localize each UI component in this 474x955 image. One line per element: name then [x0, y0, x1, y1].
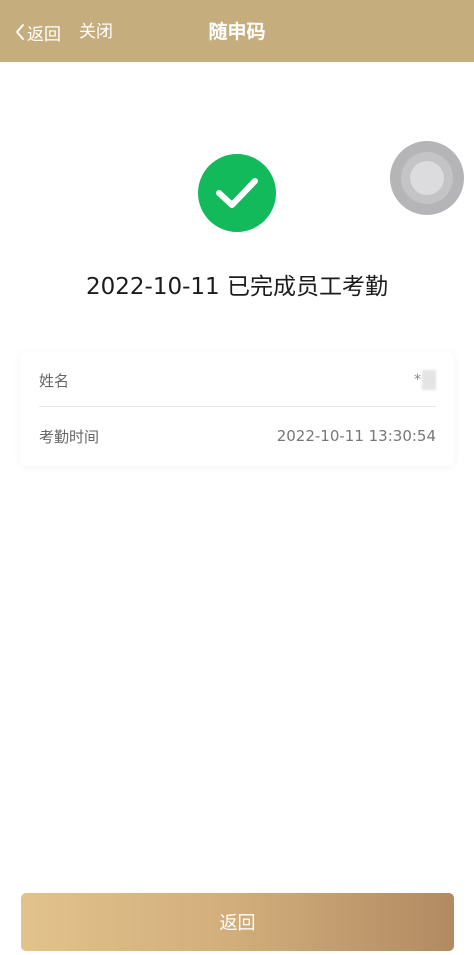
info-row-time: 考勤时间 2022-10-11 13:30:54 [39, 410, 436, 462]
info-row-name: 姓名 * [39, 354, 436, 407]
navbar: 返回 关闭 随申码 [0, 0, 474, 62]
name-value: * [414, 370, 436, 390]
assistive-touch-button[interactable] [390, 141, 464, 215]
name-label: 姓名 [39, 371, 70, 390]
back-button[interactable]: 返回 [14, 18, 61, 46]
chevron-left-icon [16, 24, 24, 40]
result-message: 2022-10-11 已完成员工考勤 [86, 274, 388, 300]
assistive-touch-core [410, 161, 444, 195]
time-value: 2022-10-11 13:30:54 [276, 427, 436, 445]
masked-name-blur [422, 370, 436, 390]
close-button[interactable]: 关闭 [79, 18, 113, 46]
back-label: 返回 [27, 24, 61, 45]
masked-name-text: * [414, 372, 421, 388]
time-label: 考勤时间 [39, 427, 100, 446]
page-title: 随申码 [208, 21, 266, 43]
info-card: 姓名 * 考勤时间 2022-10-11 13:30:54 [20, 352, 454, 466]
check-circle-icon [198, 154, 276, 232]
return-button[interactable]: 返回 [21, 893, 454, 951]
